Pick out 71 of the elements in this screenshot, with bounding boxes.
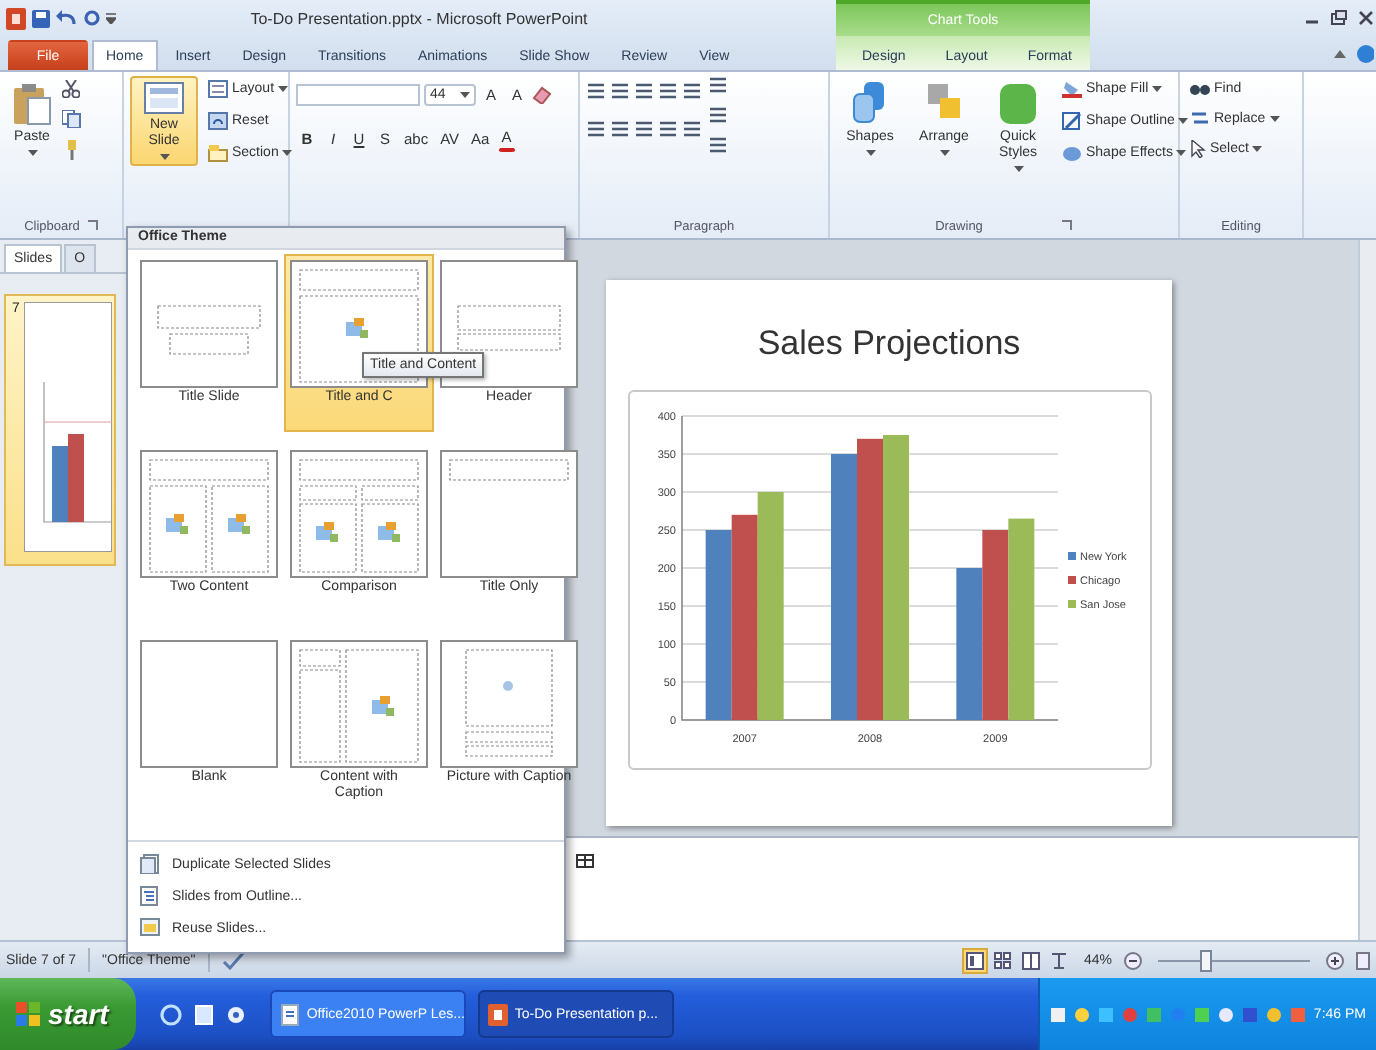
close-icon[interactable] [1358,10,1374,26]
window-title: To-Do Presentation.pptx - Microsoft PowerPoint [248,9,590,27]
replace-icon [1190,110,1210,126]
slide-title: Sales Projections [757,324,1021,364]
app-icon [6,7,26,29]
scissors-icon[interactable] [62,80,80,98]
layout-thumbnail [290,260,428,388]
caret-icon [159,154,169,161]
paint-bucket-icon [1062,80,1082,98]
zoom-slider-thumb[interactable] [1199,949,1212,971]
sorter-view-icon[interactable] [989,947,1016,973]
pen-icon [1062,112,1082,130]
font-name-field[interactable] [296,84,420,106]
cursor-icon [1190,140,1206,158]
table-icon [576,854,594,868]
justify-icon [658,120,678,138]
binoculars-icon [1190,80,1210,96]
start-button[interactable]: start [0,978,137,1050]
caret-icon [1176,150,1187,156]
scrollbar[interactable] [1358,240,1376,940]
reset-icon [208,112,228,130]
fit-window-icon[interactable] [1356,951,1370,969]
help-icon[interactable] [1356,43,1374,63]
launcher-icon[interactable] [87,220,98,230]
undo-icon[interactable] [56,10,78,26]
outline-icon [140,886,160,906]
spell-check-icon[interactable] [221,950,246,970]
layout-thumbnail [290,640,428,768]
caret-icon [282,150,293,156]
eraser-icon[interactable] [532,86,552,104]
collapse-ribbon-icon[interactable] [1334,49,1346,57]
style-swatch-icon [998,82,1038,126]
layout-thumbnail [140,450,278,578]
copy-icon[interactable] [62,110,82,128]
slide-thumbnail[interactable] [23,302,112,552]
restore-icon[interactable] [1330,10,1348,26]
zoom-in-icon[interactable] [1326,951,1344,969]
slides-app-icon [488,1003,509,1025]
browser-icon[interactable] [160,1003,183,1025]
caret-icon [27,150,37,157]
clipboard-icon [12,82,52,126]
desktop-icon[interactable] [194,1003,215,1025]
layout-thumbnail [140,260,278,388]
shapes-icon [852,82,888,126]
caret-icon [1152,86,1163,92]
caret-icon [1269,115,1280,121]
caret-icon [939,150,949,157]
layout-icon [208,80,228,98]
launcher-icon[interactable] [1062,220,1073,230]
slide-icon [144,82,184,114]
customize-icon[interactable] [106,12,116,24]
document-icon [280,1003,301,1025]
layout-thumbnail [140,640,278,768]
caret-icon [1252,146,1263,152]
brush-icon[interactable] [62,140,80,160]
effects-icon [1062,144,1082,162]
section-icon [208,144,228,162]
layout-thumbnail [290,450,428,578]
caret-icon [1013,166,1023,173]
normal-view-icon[interactable] [961,947,988,973]
caret-icon [460,92,470,98]
reuse-icon [140,918,160,938]
caret-icon [865,150,875,157]
caret-icon [278,86,289,92]
zoom-out-icon[interactable] [1124,951,1142,969]
duplicate-icon [140,854,160,874]
save-icon[interactable] [32,9,50,27]
media-icon[interactable] [226,1003,247,1025]
reading-view-icon[interactable] [1017,947,1044,973]
windows-flag-icon [16,1002,40,1026]
caret-icon [1178,118,1189,124]
